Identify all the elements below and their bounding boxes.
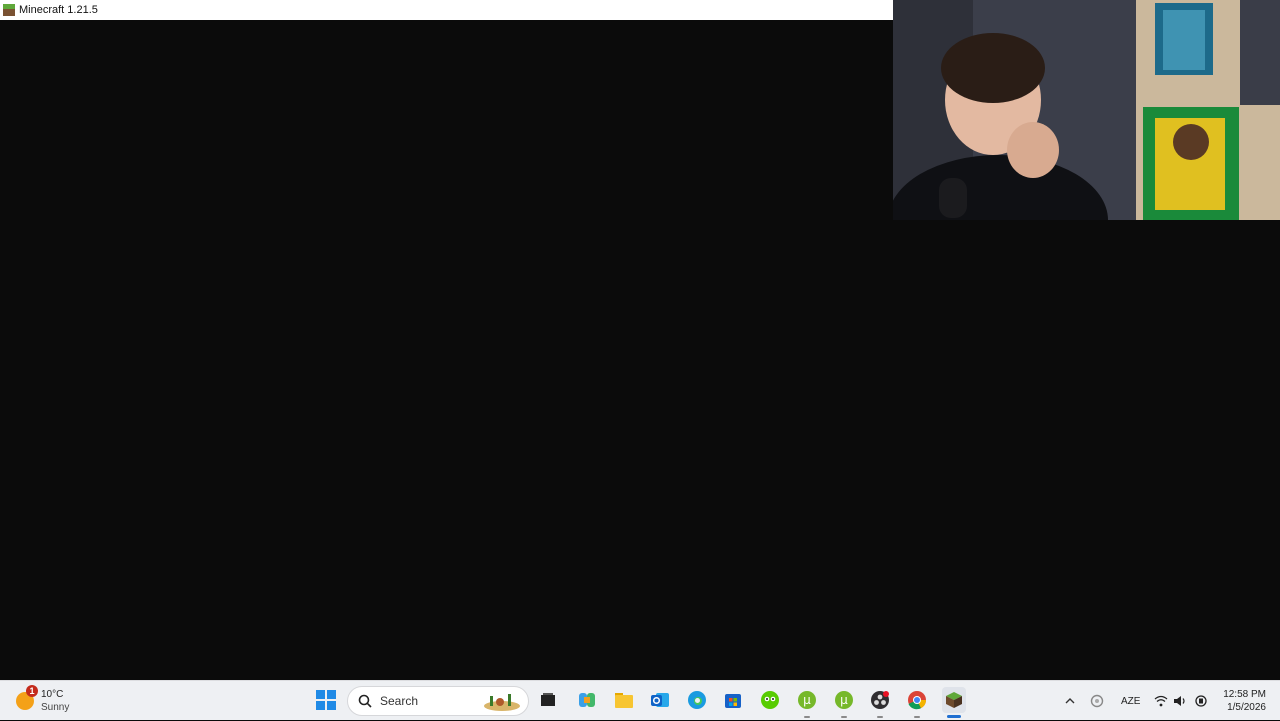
battery-button[interactable]: [1194, 681, 1208, 721]
obs-icon: [871, 691, 889, 709]
folder-icon: [615, 693, 633, 708]
chrome-icon: [908, 691, 927, 710]
system-clock[interactable]: 12:58 PM 1/5/2026: [1218, 688, 1266, 714]
volume-button[interactable]: [1173, 681, 1187, 721]
minecraft-taskbar-button[interactable]: [942, 687, 966, 713]
file-explorer-button[interactable]: [613, 689, 635, 711]
duolingo-icon: [761, 691, 779, 709]
minecraft-icon: [3, 4, 15, 16]
network-button[interactable]: [1154, 681, 1168, 721]
minecraft-block-icon: [946, 692, 962, 708]
chrome-button[interactable]: [906, 689, 928, 711]
search-label: Search: [380, 694, 419, 708]
svg-text:µ: µ: [840, 693, 848, 707]
webcam-image: [893, 0, 1280, 220]
webcam-overlay: [893, 0, 1280, 220]
weather-sun-icon: 1: [16, 685, 38, 710]
battery-icon: [1195, 695, 1207, 707]
taskbar: 1 10°C Sunny Search µ µ AZE 12:58 PM 1/5…: [0, 680, 1280, 720]
utorrent-button[interactable]: µ: [796, 689, 818, 711]
wifi-icon: [1154, 695, 1168, 707]
task-view-icon: [541, 693, 555, 706]
chevron-up-icon: [1065, 698, 1075, 704]
running-indicator: [877, 716, 883, 718]
utorrent-icon: µ: [835, 691, 853, 709]
language-label: AZE: [1121, 695, 1141, 707]
running-indicator: [841, 716, 847, 718]
start-button[interactable]: [315, 689, 337, 711]
tray-overflow-button[interactable]: [1064, 681, 1076, 721]
language-indicator[interactable]: AZE: [1121, 681, 1140, 721]
svg-text:µ: µ: [803, 693, 811, 707]
edge-button[interactable]: [686, 689, 708, 711]
store-icon: [725, 694, 741, 708]
utorrent-icon: µ: [798, 691, 816, 709]
tray-app-icon: [1090, 694, 1104, 708]
edge-icon: [688, 691, 706, 709]
copilot-button[interactable]: [576, 689, 598, 711]
clock-time: 12:58 PM: [1223, 689, 1266, 700]
windows-logo-icon: [316, 690, 336, 710]
weather-widget[interactable]: 1 10°C Sunny: [16, 685, 70, 715]
copilot-icon: [579, 693, 595, 707]
speaker-icon: [1174, 696, 1185, 706]
clock-date: 1/5/2026: [1227, 702, 1266, 713]
taskbar-search[interactable]: Search: [347, 686, 529, 716]
weather-condition: Sunny: [41, 702, 70, 713]
window-title: Minecraft 1.21.5: [19, 4, 98, 16]
running-indicator: [914, 716, 920, 718]
tray-app-button[interactable]: [1090, 681, 1104, 721]
running-indicator: [804, 716, 810, 718]
notification-badge: 1: [26, 685, 38, 697]
search-highlight-icon: [484, 694, 520, 711]
obs-button[interactable]: [869, 689, 891, 711]
duolingo-button[interactable]: [759, 689, 781, 711]
weather-temperature: 10°C: [41, 689, 64, 700]
outlook-button[interactable]: [649, 689, 671, 711]
microsoft-store-button[interactable]: [722, 689, 744, 711]
active-indicator: [947, 715, 961, 718]
outlook-icon: [651, 693, 669, 707]
task-view-button[interactable]: [537, 689, 559, 711]
search-icon: [358, 694, 372, 708]
utorrent-button-2[interactable]: µ: [833, 689, 855, 711]
